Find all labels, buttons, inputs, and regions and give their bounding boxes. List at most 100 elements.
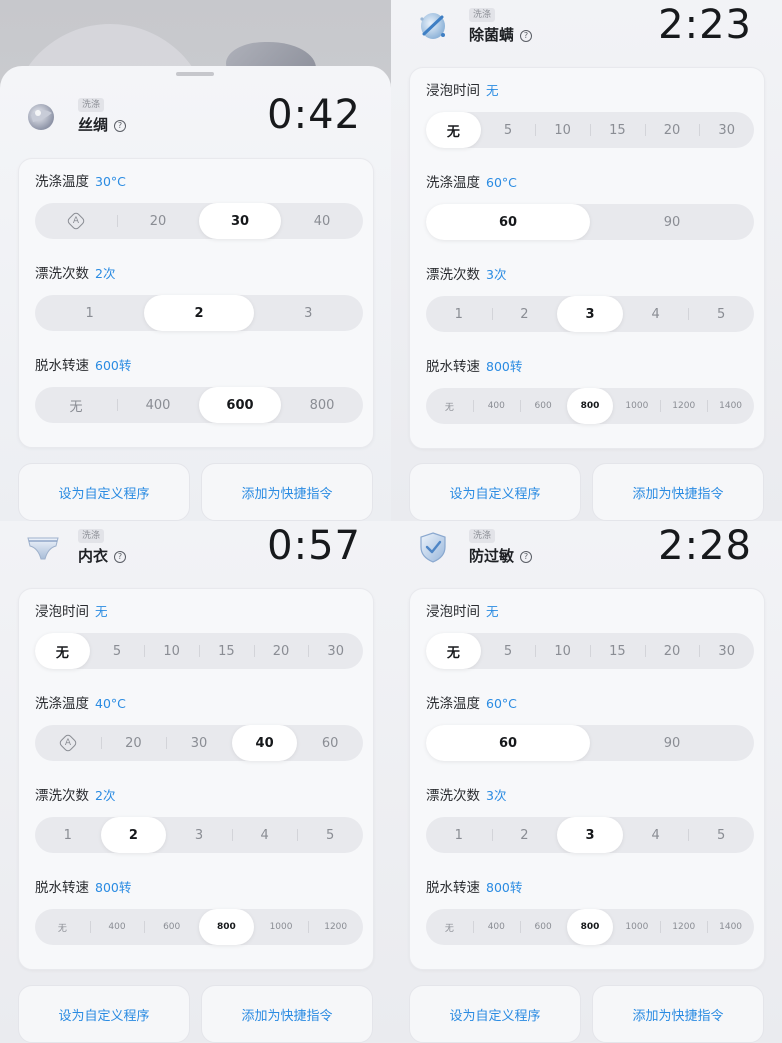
sheet-drag-handle[interactable] [176, 72, 214, 76]
segment-option[interactable]: 5 [481, 112, 536, 148]
segment-option[interactable]: 10 [144, 633, 199, 669]
segment-option[interactable]: 5 [688, 817, 754, 853]
segment-option[interactable]: 15 [590, 633, 645, 669]
segment-option[interactable]: 400 [89, 909, 145, 945]
set-custom-program-button[interactable]: 设为自定义程序 [409, 463, 581, 521]
panel-mite-removal: 洗涤 除菌螨? 2:23 浸泡时间无无 5 10 15 20 30 洗涤温度 60°C 60 90… [391, 0, 782, 521]
segment-option[interactable]: 20 [644, 633, 700, 669]
add-shortcut-button[interactable]: 添加为快捷指令 [201, 985, 373, 1043]
segment-option[interactable]: 5 [481, 633, 536, 669]
setting-current-value: 800转 [486, 880, 523, 895]
segment-option[interactable]: 1 [35, 817, 101, 853]
help-icon[interactable]: ? [114, 551, 127, 563]
segment-option[interactable]: 30 [199, 203, 281, 239]
segment-option[interactable]: 60 [426, 725, 590, 761]
setting-name: 脱水转速 [35, 880, 89, 896]
segment-option[interactable]: 4 [623, 296, 689, 332]
segment-option[interactable]: 3 [557, 817, 623, 853]
segment-option[interactable]: 3 [166, 817, 232, 853]
segment-option[interactable]: 1 [35, 295, 144, 331]
segment-option[interactable]: 600 [144, 909, 199, 945]
segment-option[interactable]: 无 [426, 388, 473, 424]
silk-icon [24, 98, 62, 136]
segment-option[interactable]: 30 [699, 633, 754, 669]
segment-option[interactable]: 60 [426, 204, 590, 240]
segment-option[interactable]: 2 [144, 295, 254, 331]
segment-option[interactable]: 800 [199, 909, 254, 945]
set-custom-program-button[interactable]: 设为自定义程序 [409, 985, 581, 1043]
segment-option[interactable]: 5 [90, 633, 145, 669]
help-icon[interactable]: ? [114, 120, 127, 132]
segment-option[interactable]: 1000 [613, 909, 660, 945]
segment-option[interactable]: 400 [472, 388, 520, 424]
segment-option[interactable]: 800 [566, 909, 614, 945]
segment-option[interactable]: 30 [699, 112, 754, 148]
segment-option[interactable]: 无 [35, 909, 90, 945]
add-shortcut-button[interactable]: 添加为快捷指令 [592, 463, 764, 521]
segment-option[interactable]: 4 [231, 817, 298, 853]
setting-label: 洗涤温度 40°C [35, 695, 126, 713]
segment-option[interactable]: 1200 [660, 388, 707, 424]
program-name-text: 除菌螨 [469, 26, 515, 44]
segment-option[interactable]: 40 [281, 203, 363, 239]
auto-temperature-icon[interactable]: A [35, 725, 101, 761]
segment-option[interactable]: 5 [297, 817, 363, 853]
segment-option[interactable]: 1400 [707, 909, 754, 945]
segment-option[interactable]: 800 [281, 387, 363, 423]
segment-option[interactable]: 40 [231, 725, 298, 761]
segment-option[interactable]: 1200 [308, 909, 363, 945]
segment-option[interactable]: 10 [535, 112, 590, 148]
segment-option[interactable]: 1400 [707, 388, 754, 424]
add-shortcut-button[interactable]: 添加为快捷指令 [201, 463, 373, 521]
segment-option[interactable]: 30 [308, 633, 363, 669]
segment-option[interactable]: 2 [491, 296, 558, 332]
segment-option[interactable]: 1000 [613, 388, 660, 424]
segment-option[interactable]: 2 [491, 817, 558, 853]
segment-option[interactable]: 400 [472, 909, 520, 945]
segment-option[interactable]: 90 [590, 725, 754, 761]
segment-option[interactable]: 600 [519, 388, 567, 424]
segment-option[interactable]: 1 [426, 296, 492, 332]
set-custom-program-button[interactable]: 设为自定义程序 [18, 985, 190, 1043]
segment-option[interactable]: 3 [557, 296, 623, 332]
add-shortcut-button[interactable]: 添加为快捷指令 [592, 985, 764, 1043]
segment-option[interactable]: 无 [35, 633, 90, 669]
segment-option[interactable]: 600 [199, 387, 281, 423]
segmented-control: 无 400 600 800 [35, 387, 363, 423]
segmented-control: 123 [35, 295, 363, 331]
segment-option[interactable]: 20 [253, 633, 309, 669]
segment-option[interactable]: 60 [297, 725, 363, 761]
segment-option[interactable]: 无 [426, 909, 473, 945]
set-custom-program-button[interactable]: 设为自定义程序 [18, 463, 190, 521]
segment-option[interactable]: 5 [688, 296, 754, 332]
segment-option[interactable]: 无 [426, 633, 481, 669]
segment-option[interactable]: 1200 [660, 909, 707, 945]
segment-option[interactable]: 2 [100, 817, 167, 853]
segment-option[interactable]: 800 [566, 388, 614, 424]
program-header: 洗涤 防过敏? 2:28 [391, 523, 782, 589]
segment-option[interactable]: 10 [535, 633, 590, 669]
segment-option[interactable]: 1 [426, 817, 492, 853]
segment-option[interactable]: 20 [100, 725, 167, 761]
auto-temperature-icon[interactable]: A [35, 203, 117, 239]
setting-name: 洗涤温度 [426, 175, 480, 191]
setting-current-value: 60°C [486, 175, 517, 190]
segment-option[interactable]: 3 [254, 295, 363, 331]
segment-option[interactable]: 无 [426, 112, 481, 148]
segment-option[interactable]: 90 [590, 204, 754, 240]
help-icon[interactable]: ? [520, 30, 533, 42]
help-icon[interactable]: ? [520, 551, 533, 563]
segment-option[interactable]: 4 [623, 817, 689, 853]
segment-option[interactable]: 30 [166, 725, 232, 761]
segment-option[interactable]: 1000 [254, 909, 309, 945]
program-header: 洗涤 丝绸? 0:42 [0, 92, 391, 158]
segment-option[interactable]: 20 [644, 112, 700, 148]
segment-option[interactable]: 20 [117, 203, 199, 239]
segment-option[interactable]: 15 [199, 633, 254, 669]
segment-option[interactable]: 600 [519, 909, 567, 945]
segment-option[interactable]: 15 [590, 112, 645, 148]
segment-option[interactable]: 400 [117, 387, 199, 423]
panel-silk: 洗涤 丝绸? 0:42 洗涤温度 30°C A 20 30 40 漂洗次数 2次 1 2 3 脱水转速… [0, 0, 391, 521]
program-name-text: 丝绸 [78, 116, 109, 134]
segment-option[interactable]: 无 [35, 387, 117, 423]
